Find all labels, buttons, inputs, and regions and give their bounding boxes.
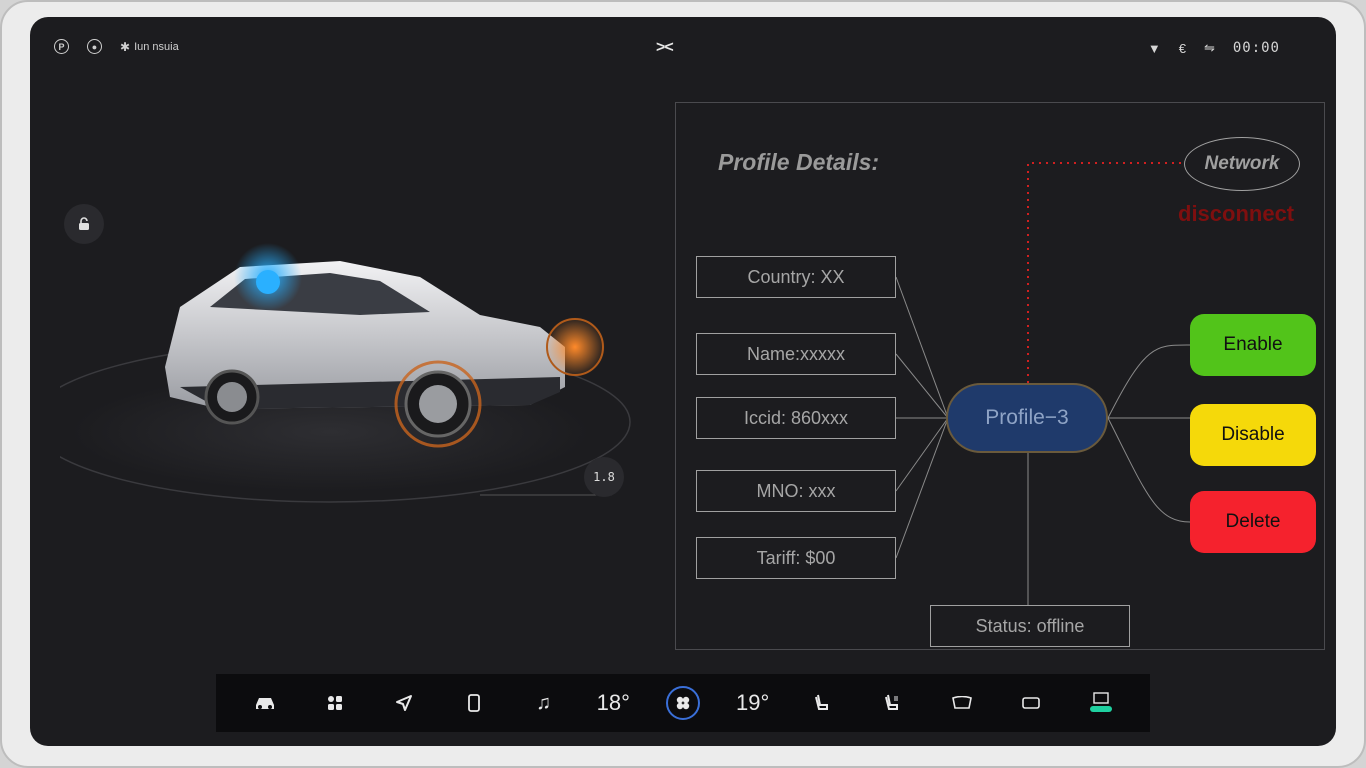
roof-light <box>256 270 280 294</box>
dock-front-defrost[interactable] <box>940 681 984 725</box>
dock-phone[interactable] <box>452 681 496 725</box>
network-state-label: disconnect <box>1178 201 1295 226</box>
dock-fan[interactable] <box>661 681 705 725</box>
detail-name: Name:xxxxx <box>696 333 896 375</box>
profile-panel: Profile Details: Country: XX Name:xxxxx … <box>675 102 1325 650</box>
device-name-label: Iun nsuia <box>134 40 179 53</box>
network-node[interactable]: Network <box>1184 137 1300 191</box>
dock-seat-left[interactable] <box>800 681 844 725</box>
lock-icon <box>79 217 89 230</box>
brand-logo: >< <box>656 39 674 56</box>
dock-apps[interactable] <box>313 681 357 725</box>
value-badge[interactable]: 1.8 <box>584 457 624 497</box>
detail-tariff: Tariff: $00 <box>696 537 896 579</box>
status-bar-left: P ● ✱ Iun nsuia <box>54 39 179 54</box>
bluetooth-status: ✱ Iun nsuia <box>120 40 179 54</box>
detail-iccid: Iccid: 860xxx <box>696 397 896 439</box>
car-illustration <box>60 243 631 503</box>
seat-heat-left-icon <box>815 694 829 710</box>
bottom-dock: ♫ 18° 19° <box>216 674 1150 732</box>
seat-heat-right-icon <box>885 694 899 710</box>
phone-icon <box>468 694 480 712</box>
status-box: Status: offline <box>930 605 1130 647</box>
rear-rim <box>217 382 247 412</box>
status-bar-right: ▼ € ⇋ 00:00 <box>1148 40 1280 56</box>
detail-country: Country: XX <box>696 256 896 298</box>
enable-button[interactable]: Enable <box>1190 314 1316 376</box>
auto-climate-icon <box>1090 692 1113 712</box>
dock-navigation[interactable] <box>382 681 426 725</box>
dock-music[interactable]: ♫ <box>522 681 566 725</box>
dock-auto-climate[interactable] <box>1079 681 1123 725</box>
dock-rear-defrost[interactable] <box>1009 681 1053 725</box>
detail-mno: MNO: xxx <box>696 470 896 512</box>
headlight-glow <box>545 317 605 377</box>
signal-icon: € <box>1178 40 1186 56</box>
rear-defrost-icon <box>1022 697 1041 709</box>
parking-icon: P <box>54 39 69 54</box>
music-icon: ♫ <box>536 691 552 714</box>
steering-icon: ● <box>87 39 102 54</box>
front-rim <box>419 385 457 423</box>
clock-time: 00:00 <box>1232 40 1280 56</box>
wifi-icon: ▼ <box>1147 40 1161 56</box>
bluetooth-icon: ✱ <box>120 39 131 54</box>
profile-node[interactable]: Profile−3 <box>946 383 1108 453</box>
disable-button[interactable]: Disable <box>1190 404 1316 466</box>
dock-car[interactable] <box>243 681 287 725</box>
fan-ring <box>665 686 700 720</box>
navigation-icon <box>396 695 413 711</box>
car-icon <box>255 698 274 709</box>
apps-icon <box>327 696 342 710</box>
front-defrost-icon <box>951 696 972 709</box>
dock-seat-right[interactable] <box>870 681 914 725</box>
panel-title: Profile Details: <box>718 149 880 175</box>
delete-button[interactable]: Delete <box>1190 491 1316 553</box>
usb-icon: ⇋ <box>1203 40 1215 55</box>
infotainment-screen: P ● ✱ Iun nsuia >< ▼ € ⇋ 00:00 1.8 Profi… <box>30 17 1336 746</box>
fan-icon <box>676 696 690 710</box>
temp-right[interactable]: 19° <box>731 681 775 725</box>
temp-left[interactable]: 18° <box>591 681 635 725</box>
